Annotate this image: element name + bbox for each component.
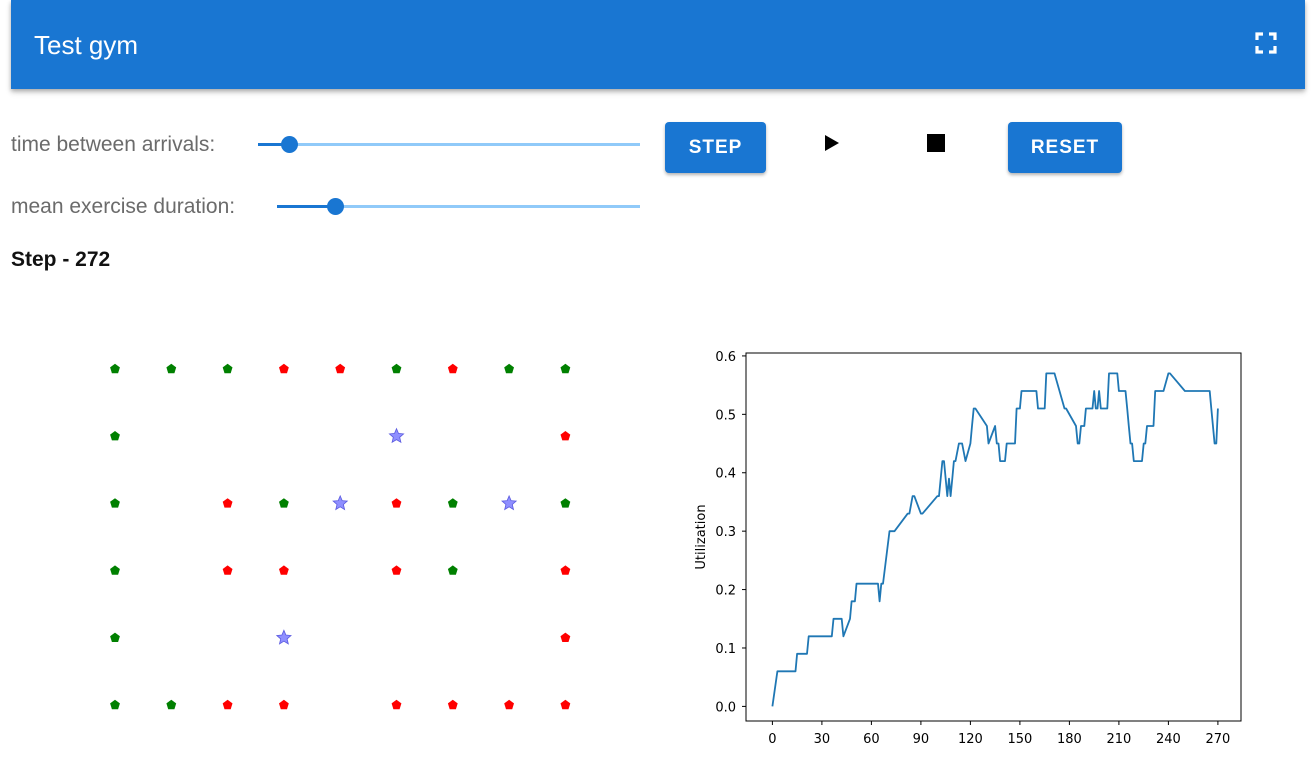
machine-busy (391, 699, 402, 710)
machine-free (166, 699, 177, 710)
machine-busy (504, 699, 514, 710)
machine-busy (560, 699, 571, 710)
machine-free (110, 632, 120, 642)
machine-busy (279, 363, 289, 374)
machine-free (110, 498, 120, 508)
machine-busy (560, 632, 571, 642)
machine-free (391, 363, 402, 374)
machine-free (447, 565, 458, 575)
x-tick-label: 270 (1205, 732, 1230, 747)
machine-busy (391, 498, 402, 508)
agent-marker (332, 494, 349, 511)
agent-marker (275, 629, 292, 645)
x-tick-label: 90 (913, 732, 930, 747)
x-tick-label: 120 (958, 732, 983, 747)
machine-busy (222, 498, 233, 508)
machine-busy (222, 565, 233, 575)
machine-free (110, 565, 120, 575)
x-tick-label: 180 (1057, 732, 1082, 747)
machine-free (166, 363, 177, 374)
x-tick-label: 240 (1156, 732, 1181, 747)
machine-free (560, 363, 571, 374)
machine-free (222, 363, 233, 374)
machine-busy (279, 699, 289, 710)
x-tick-label: 60 (863, 732, 880, 747)
machine-busy (560, 431, 571, 441)
reset-button[interactable]: RESET (1008, 122, 1122, 173)
y-tick-label: 0.0 (715, 700, 736, 715)
machine-busy (560, 565, 571, 575)
machine-free (504, 363, 514, 374)
machine-free (447, 498, 458, 508)
y-tick-label: 0.4 (715, 467, 736, 482)
chart-frame (745, 352, 1242, 722)
machine-free (110, 431, 120, 441)
step-button[interactable]: STEP (665, 122, 766, 173)
play-icon[interactable] (822, 133, 842, 153)
machine-busy (335, 363, 346, 374)
agent-marker (501, 494, 518, 511)
machine-busy (391, 565, 402, 575)
y-tick-label: 0.1 (715, 642, 736, 657)
machine-free (110, 699, 120, 710)
y-axis-label: Utilization (694, 504, 709, 569)
y-tick-label: 0.3 (715, 525, 736, 540)
machine-free (560, 498, 571, 508)
y-tick-label: 0.6 (715, 350, 736, 365)
machine-busy (279, 565, 289, 575)
x-tick-label: 30 (814, 732, 831, 747)
y-tick-label: 0.5 (715, 408, 736, 423)
x-tick-label: 150 (1007, 732, 1032, 747)
machine-busy (447, 699, 458, 710)
x-tick-label: 0 (768, 732, 776, 747)
utilization-line (771, 372, 1219, 707)
agent-marker (388, 427, 405, 444)
x-tick-label: 210 (1106, 732, 1131, 747)
machine-busy (222, 699, 233, 710)
gym-grid (110, 363, 571, 710)
machine-busy (447, 363, 458, 374)
fullscreen-icon[interactable] (1255, 32, 1277, 54)
y-tick-label: 0.2 (715, 584, 736, 599)
machine-free (279, 498, 289, 508)
stop-icon[interactable] (927, 134, 945, 152)
machine-free (110, 363, 120, 374)
